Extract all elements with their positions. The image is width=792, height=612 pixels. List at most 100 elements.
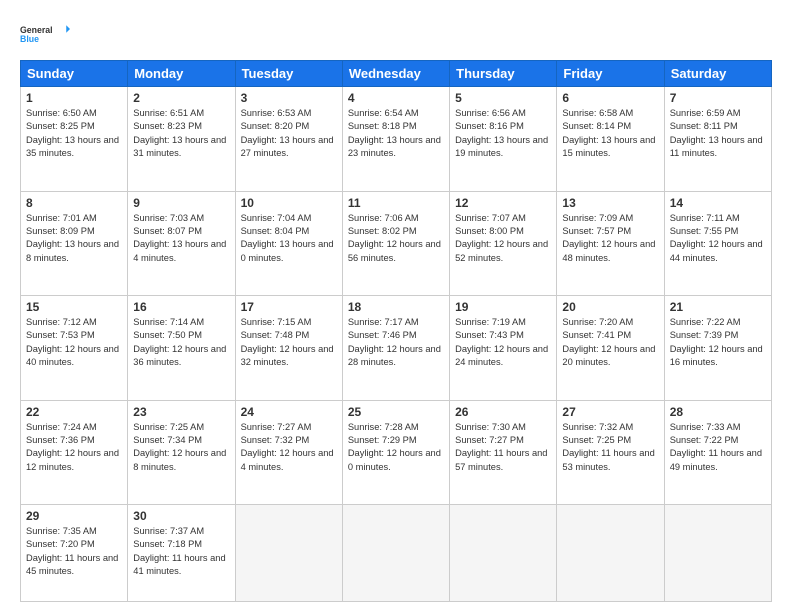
day-info: Sunrise: 6:59 AM Sunset: 8:11 PM Dayligh… (670, 107, 766, 161)
calendar-day: 13 Sunrise: 7:09 AM Sunset: 7:57 PM Dayl… (557, 191, 664, 296)
day-number: 20 (562, 300, 658, 314)
calendar-day: 26 Sunrise: 7:30 AM Sunset: 7:27 PM Dayl… (450, 400, 557, 505)
calendar-day: 17 Sunrise: 7:15 AM Sunset: 7:48 PM Dayl… (235, 296, 342, 401)
day-number: 14 (670, 196, 766, 210)
day-header-thursday: Thursday (450, 61, 557, 87)
day-info: Sunrise: 7:27 AM Sunset: 7:32 PM Dayligh… (241, 421, 337, 475)
day-number: 18 (348, 300, 444, 314)
day-number: 3 (241, 91, 337, 105)
calendar-day: 8 Sunrise: 7:01 AM Sunset: 8:09 PM Dayli… (21, 191, 128, 296)
day-number: 1 (26, 91, 122, 105)
day-header-monday: Monday (128, 61, 235, 87)
day-info: Sunrise: 7:35 AM Sunset: 7:20 PM Dayligh… (26, 525, 122, 579)
day-info: Sunrise: 7:25 AM Sunset: 7:34 PM Dayligh… (133, 421, 229, 475)
day-info: Sunrise: 7:11 AM Sunset: 7:55 PM Dayligh… (670, 212, 766, 266)
calendar-day (342, 505, 449, 602)
day-info: Sunrise: 7:30 AM Sunset: 7:27 PM Dayligh… (455, 421, 551, 475)
day-header-sunday: Sunday (21, 61, 128, 87)
calendar-day: 5 Sunrise: 6:56 AM Sunset: 8:16 PM Dayli… (450, 87, 557, 192)
day-number: 16 (133, 300, 229, 314)
day-header-wednesday: Wednesday (342, 61, 449, 87)
calendar-day: 9 Sunrise: 7:03 AM Sunset: 8:07 PM Dayli… (128, 191, 235, 296)
day-number: 27 (562, 405, 658, 419)
calendar-week-3: 15 Sunrise: 7:12 AM Sunset: 7:53 PM Dayl… (21, 296, 772, 401)
day-info: Sunrise: 7:17 AM Sunset: 7:46 PM Dayligh… (348, 316, 444, 370)
calendar-day: 14 Sunrise: 7:11 AM Sunset: 7:55 PM Dayl… (664, 191, 771, 296)
day-info: Sunrise: 7:24 AM Sunset: 7:36 PM Dayligh… (26, 421, 122, 475)
day-number: 6 (562, 91, 658, 105)
day-number: 29 (26, 509, 122, 523)
calendar-day: 10 Sunrise: 7:04 AM Sunset: 8:04 PM Dayl… (235, 191, 342, 296)
calendar-day (557, 505, 664, 602)
calendar-day: 27 Sunrise: 7:32 AM Sunset: 7:25 PM Dayl… (557, 400, 664, 505)
day-info: Sunrise: 7:09 AM Sunset: 7:57 PM Dayligh… (562, 212, 658, 266)
day-number: 21 (670, 300, 766, 314)
day-header-friday: Friday (557, 61, 664, 87)
day-number: 26 (455, 405, 551, 419)
day-number: 8 (26, 196, 122, 210)
calendar-day: 25 Sunrise: 7:28 AM Sunset: 7:29 PM Dayl… (342, 400, 449, 505)
day-number: 23 (133, 405, 229, 419)
day-info: Sunrise: 7:19 AM Sunset: 7:43 PM Dayligh… (455, 316, 551, 370)
day-info: Sunrise: 7:01 AM Sunset: 8:09 PM Dayligh… (26, 212, 122, 266)
day-number: 12 (455, 196, 551, 210)
calendar-day: 15 Sunrise: 7:12 AM Sunset: 7:53 PM Dayl… (21, 296, 128, 401)
calendar-day: 21 Sunrise: 7:22 AM Sunset: 7:39 PM Dayl… (664, 296, 771, 401)
svg-text:Blue: Blue (20, 34, 39, 44)
day-info: Sunrise: 6:50 AM Sunset: 8:25 PM Dayligh… (26, 107, 122, 161)
day-info: Sunrise: 6:53 AM Sunset: 8:20 PM Dayligh… (241, 107, 337, 161)
calendar-day (235, 505, 342, 602)
calendar-day: 11 Sunrise: 7:06 AM Sunset: 8:02 PM Dayl… (342, 191, 449, 296)
day-number: 11 (348, 196, 444, 210)
day-number: 4 (348, 91, 444, 105)
calendar-day: 3 Sunrise: 6:53 AM Sunset: 8:20 PM Dayli… (235, 87, 342, 192)
day-number: 9 (133, 196, 229, 210)
calendar-week-4: 22 Sunrise: 7:24 AM Sunset: 7:36 PM Dayl… (21, 400, 772, 505)
calendar-day: 7 Sunrise: 6:59 AM Sunset: 8:11 PM Dayli… (664, 87, 771, 192)
day-number: 17 (241, 300, 337, 314)
svg-text:General: General (20, 25, 53, 35)
day-number: 2 (133, 91, 229, 105)
calendar-day: 23 Sunrise: 7:25 AM Sunset: 7:34 PM Dayl… (128, 400, 235, 505)
calendar-day: 19 Sunrise: 7:19 AM Sunset: 7:43 PM Dayl… (450, 296, 557, 401)
calendar-day: 29 Sunrise: 7:35 AM Sunset: 7:20 PM Dayl… (21, 505, 128, 602)
day-header-tuesday: Tuesday (235, 61, 342, 87)
calendar-table: SundayMondayTuesdayWednesdayThursdayFrid… (20, 60, 772, 602)
calendar-day: 16 Sunrise: 7:14 AM Sunset: 7:50 PM Dayl… (128, 296, 235, 401)
calendar-day: 22 Sunrise: 7:24 AM Sunset: 7:36 PM Dayl… (21, 400, 128, 505)
day-info: Sunrise: 6:58 AM Sunset: 8:14 PM Dayligh… (562, 107, 658, 161)
day-info: Sunrise: 6:51 AM Sunset: 8:23 PM Dayligh… (133, 107, 229, 161)
calendar-week-5: 29 Sunrise: 7:35 AM Sunset: 7:20 PM Dayl… (21, 505, 772, 602)
day-info: Sunrise: 7:22 AM Sunset: 7:39 PM Dayligh… (670, 316, 766, 370)
day-number: 5 (455, 91, 551, 105)
day-info: Sunrise: 7:32 AM Sunset: 7:25 PM Dayligh… (562, 421, 658, 475)
day-info: Sunrise: 7:14 AM Sunset: 7:50 PM Dayligh… (133, 316, 229, 370)
day-header-saturday: Saturday (664, 61, 771, 87)
calendar-day: 24 Sunrise: 7:27 AM Sunset: 7:32 PM Dayl… (235, 400, 342, 505)
day-info: Sunrise: 7:28 AM Sunset: 7:29 PM Dayligh… (348, 421, 444, 475)
day-info: Sunrise: 7:33 AM Sunset: 7:22 PM Dayligh… (670, 421, 766, 475)
day-number: 10 (241, 196, 337, 210)
calendar-day: 28 Sunrise: 7:33 AM Sunset: 7:22 PM Dayl… (664, 400, 771, 505)
day-info: Sunrise: 7:03 AM Sunset: 8:07 PM Dayligh… (133, 212, 229, 266)
calendar-day (450, 505, 557, 602)
logo: General Blue (20, 16, 70, 52)
day-number: 19 (455, 300, 551, 314)
day-number: 30 (133, 509, 229, 523)
calendar-day: 18 Sunrise: 7:17 AM Sunset: 7:46 PM Dayl… (342, 296, 449, 401)
day-number: 7 (670, 91, 766, 105)
calendar-day: 4 Sunrise: 6:54 AM Sunset: 8:18 PM Dayli… (342, 87, 449, 192)
calendar-day: 12 Sunrise: 7:07 AM Sunset: 8:00 PM Dayl… (450, 191, 557, 296)
day-info: Sunrise: 7:20 AM Sunset: 7:41 PM Dayligh… (562, 316, 658, 370)
calendar-day (664, 505, 771, 602)
day-info: Sunrise: 7:07 AM Sunset: 8:00 PM Dayligh… (455, 212, 551, 266)
calendar-week-1: 1 Sunrise: 6:50 AM Sunset: 8:25 PM Dayli… (21, 87, 772, 192)
day-info: Sunrise: 7:04 AM Sunset: 8:04 PM Dayligh… (241, 212, 337, 266)
calendar-day: 20 Sunrise: 7:20 AM Sunset: 7:41 PM Dayl… (557, 296, 664, 401)
calendar-day: 2 Sunrise: 6:51 AM Sunset: 8:23 PM Dayli… (128, 87, 235, 192)
day-number: 22 (26, 405, 122, 419)
day-info: Sunrise: 7:12 AM Sunset: 7:53 PM Dayligh… (26, 316, 122, 370)
day-number: 13 (562, 196, 658, 210)
day-info: Sunrise: 7:06 AM Sunset: 8:02 PM Dayligh… (348, 212, 444, 266)
calendar-day: 1 Sunrise: 6:50 AM Sunset: 8:25 PM Dayli… (21, 87, 128, 192)
